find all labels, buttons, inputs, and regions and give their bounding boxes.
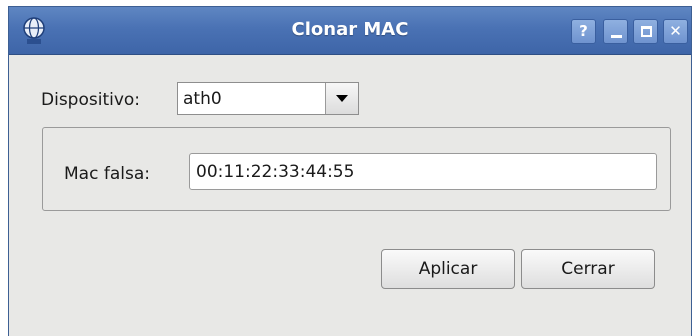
mac-label: Mac falsa:: [64, 164, 150, 184]
title-bar[interactable]: Clonar MAC ? ✕: [9, 7, 691, 55]
minimize-button[interactable]: [603, 19, 628, 44]
maximize-button[interactable]: [633, 19, 658, 44]
mac-address-value: 00:11:22:33:44:55: [196, 162, 355, 182]
minimize-icon: [611, 35, 622, 38]
help-button[interactable]: ?: [571, 19, 596, 44]
device-dropdown-button[interactable]: [325, 83, 358, 114]
close-window-button[interactable]: ✕: [663, 19, 688, 44]
maximize-icon: [641, 26, 652, 37]
mac-group-box: Mac falsa: 00:11:22:33:44:55: [42, 127, 671, 211]
help-icon: ?: [579, 22, 588, 40]
close-icon: ✕: [669, 22, 682, 40]
device-select-value: ath0: [183, 89, 222, 109]
chevron-down-icon: [336, 95, 348, 102]
mac-address-input[interactable]: 00:11:22:33:44:55: [189, 153, 657, 190]
device-select[interactable]: ath0: [177, 82, 359, 115]
close-button[interactable]: Cerrar: [521, 249, 655, 289]
device-label: Dispositivo:: [41, 90, 141, 110]
apply-button[interactable]: Aplicar: [381, 249, 515, 289]
dialog-window: Clonar MAC ? ✕ Dispositivo: ath0 Mac fal…: [8, 6, 692, 336]
